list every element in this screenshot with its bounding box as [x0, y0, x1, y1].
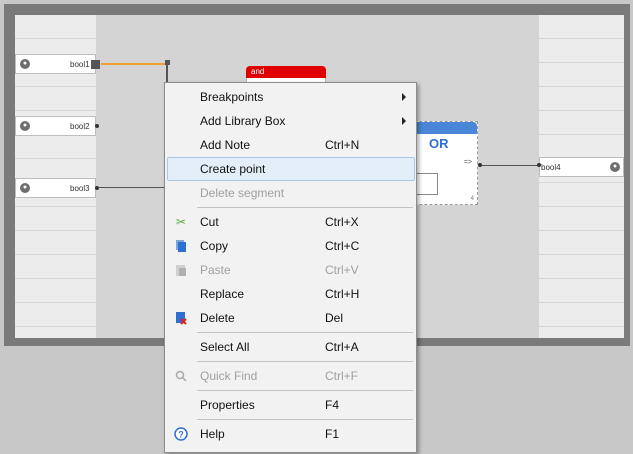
menu-item-shortcut: Del — [325, 311, 344, 325]
menu-item-cut[interactable]: ✂ Cut Ctrl+X — [167, 210, 415, 234]
menu-item-label: Delete — [200, 311, 235, 325]
menu-item-create-point[interactable]: Create point — [167, 157, 415, 181]
menu-item-shortcut: F4 — [325, 398, 340, 412]
menu-item-label: Select All — [200, 340, 250, 354]
menu-item-add-library-box[interactable]: Add Library Box — [167, 109, 415, 133]
menu-item-shortcut: Ctrl+A — [325, 340, 359, 354]
menu-item-shortcut: Ctrl+C — [325, 239, 360, 253]
menu-item-shortcut: Ctrl+F — [325, 369, 358, 383]
menu-item-label: Add Library Box — [200, 114, 286, 128]
menu-item-label: Breakpoints — [200, 90, 264, 104]
help-icon: ? — [174, 427, 188, 441]
menu-item-shortcut: F1 — [325, 427, 340, 441]
menu-item-delete-segment[interactable]: Delete segment — [167, 181, 415, 205]
input-pin[interactable] — [537, 163, 541, 167]
wire-endpoint-handle[interactable] — [91, 60, 100, 69]
quick-find-icon — [174, 369, 188, 383]
menu-separator — [197, 361, 413, 362]
variable-type-icon: ● — [20, 183, 30, 193]
menu-item-shortcut: Ctrl+N — [325, 138, 360, 152]
menu-item-shortcut: Ctrl+V — [325, 263, 359, 277]
copy-icon — [174, 239, 188, 253]
menu-separator — [197, 390, 413, 391]
menu-item-label: Properties — [200, 398, 255, 412]
output-wire[interactable] — [479, 165, 539, 166]
or-block-index: 4 — [470, 196, 474, 202]
menu-item-select-all[interactable]: Select All Ctrl+A — [167, 335, 415, 359]
and-block-header: and — [246, 66, 326, 78]
variable-bool2[interactable]: ● bool2 — [15, 116, 96, 136]
output-pin[interactable] — [478, 163, 482, 167]
menu-item-replace[interactable]: Replace Ctrl+H — [167, 282, 415, 306]
submenu-arrow-icon — [402, 117, 406, 125]
menu-item-label: Delete segment — [200, 186, 285, 200]
menu-item-breakpoints[interactable]: Breakpoints — [167, 85, 415, 109]
variable-type-icon: ● — [610, 162, 620, 172]
menu-separator — [197, 207, 413, 208]
variable-label: bool1 — [70, 60, 90, 69]
variable-type-icon: ● — [20, 121, 30, 131]
menu-item-paste[interactable]: Paste Ctrl+V — [167, 258, 415, 282]
menu-item-shortcut: Ctrl+X — [325, 215, 359, 229]
menu-item-label: Copy — [200, 239, 229, 253]
variable-bool1[interactable]: ● bool1 — [15, 54, 96, 74]
variable-bool3[interactable]: ● bool3 — [15, 178, 96, 198]
selected-wire[interactable] — [101, 63, 167, 65]
menu-item-label: Create point — [200, 162, 266, 176]
menu-item-label: Quick Find — [200, 369, 258, 383]
scissors-icon: ✂ — [175, 215, 187, 229]
variable-bool4[interactable]: bool4 ● — [539, 157, 624, 177]
wire-segment[interactable] — [98, 187, 168, 188]
menu-item-delete[interactable]: Delete Del — [167, 306, 415, 330]
output-pin[interactable] — [95, 124, 99, 128]
menu-item-label: Cut — [200, 215, 219, 229]
menu-item-quick-find[interactable]: Quick Find Ctrl+F — [167, 364, 415, 388]
menu-item-help[interactable]: ? Help F1 — [167, 422, 415, 446]
svg-text:?: ? — [178, 430, 184, 440]
variable-label: bool2 — [70, 122, 90, 131]
menu-item-properties[interactable]: Properties F4 — [167, 393, 415, 417]
menu-separator — [197, 332, 413, 333]
editor-stage: ● bool1 ● bool2 ● bool3 bool4 ● and OR =… — [0, 0, 633, 454]
submenu-arrow-icon — [402, 93, 406, 101]
delete-icon — [174, 311, 188, 325]
menu-item-label: Add Note — [200, 138, 251, 152]
menu-item-label: Help — [200, 427, 225, 441]
variable-type-icon: ● — [20, 59, 30, 69]
variable-label: bool3 — [70, 184, 90, 193]
menu-item-copy[interactable]: Copy Ctrl+C — [167, 234, 415, 258]
menu-item-add-note[interactable]: Add Note Ctrl+N — [167, 133, 415, 157]
menu-item-label: Paste — [200, 263, 231, 277]
context-menu: Breakpoints Add Library Box Add Note Ctr… — [164, 82, 417, 453]
menu-item-label: Replace — [200, 287, 245, 301]
menu-separator — [197, 419, 413, 420]
variable-label: bool4 — [541, 163, 561, 172]
or-output-label: => — [463, 159, 472, 166]
or-block-title: OR — [429, 136, 449, 151]
paste-icon — [174, 263, 188, 277]
menu-item-shortcut: Ctrl+H — [325, 287, 360, 301]
